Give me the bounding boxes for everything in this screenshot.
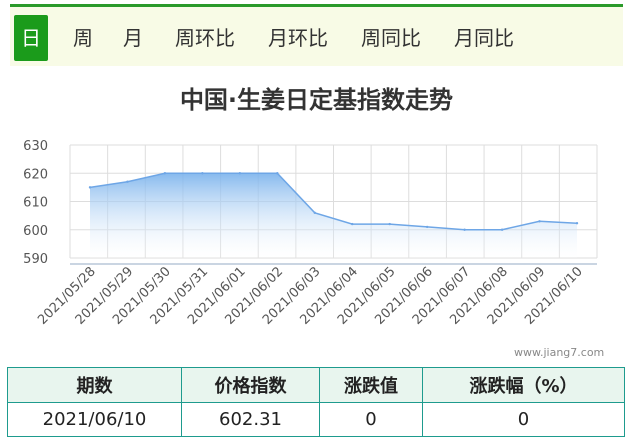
data-point	[238, 172, 242, 175]
cell-price-index: 602.31	[181, 402, 320, 437]
header-price-index: 价格指数	[181, 367, 320, 403]
header-period: 期数	[7, 367, 182, 403]
data-point	[163, 172, 167, 175]
y-tick-label: 620	[23, 167, 48, 182]
table-row: 2021/06/10 602.31 0 0	[7, 402, 625, 437]
data-point	[276, 172, 279, 175]
y-tick-label: 590	[23, 252, 48, 267]
header-change-percent: 涨跌幅（%）	[422, 367, 625, 403]
data-point	[313, 211, 316, 214]
cell-change-percent: 0	[422, 402, 625, 437]
table-header-row: 期数 价格指数 涨跌值 涨跌幅（%）	[7, 367, 625, 403]
data-point	[463, 228, 466, 231]
data-point	[351, 222, 354, 226]
y-tick-label: 630	[23, 139, 48, 154]
index-summary-table: 期数 价格指数 涨跌值 涨跌幅（%） 2021/06/10 602.31 0 0	[7, 367, 625, 437]
y-tick-label: 610	[23, 196, 48, 211]
watermark: www.jiang7.com	[514, 346, 605, 359]
data-point	[538, 220, 541, 223]
data-point	[388, 222, 391, 226]
data-point	[88, 186, 92, 189]
data-point	[575, 222, 579, 225]
data-point	[425, 225, 429, 229]
header-change-value: 涨跌值	[319, 367, 423, 403]
data-point	[201, 172, 204, 175]
cell-change-value: 0	[319, 402, 423, 437]
y-tick-label: 600	[23, 224, 48, 239]
cell-period: 2021/06/10	[7, 402, 182, 437]
data-point	[126, 180, 129, 183]
data-point	[500, 228, 504, 231]
